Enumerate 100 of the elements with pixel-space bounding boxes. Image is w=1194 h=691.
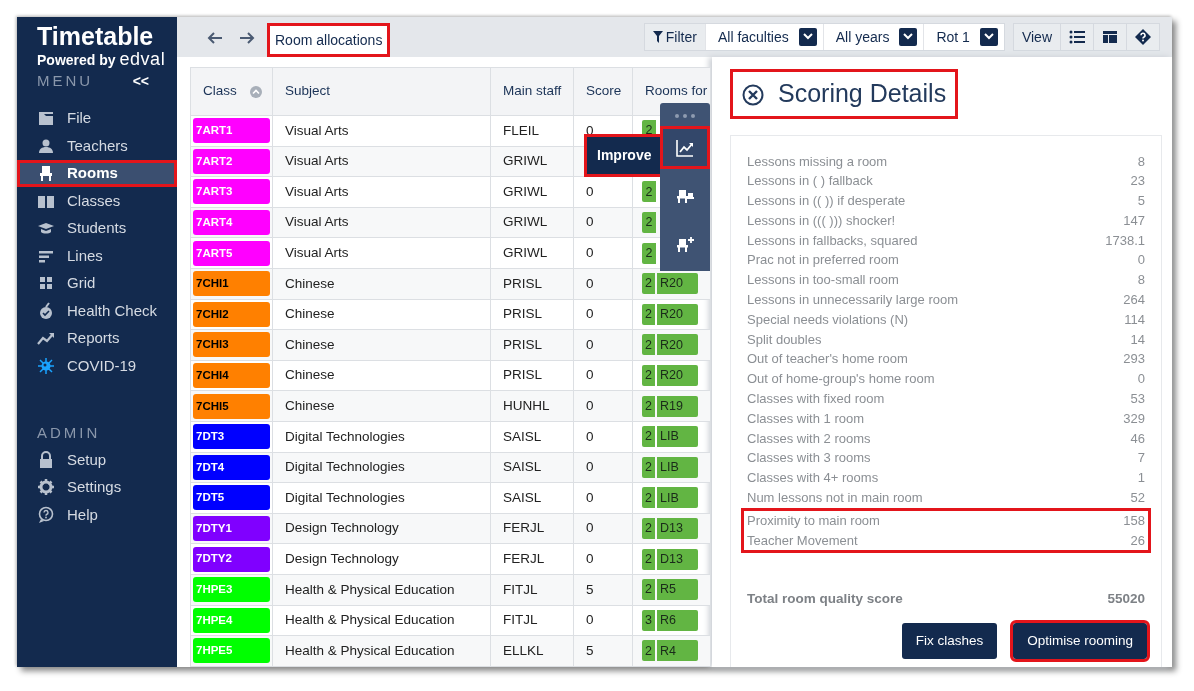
collapse-button[interactable]: << — [132, 70, 149, 92]
class-tag: 7ART5 — [193, 240, 270, 266]
powered-by-text: Powered by — [37, 52, 116, 68]
table-cell: Visual Arts — [285, 214, 349, 230]
brand-logo: edval — [119, 51, 166, 67]
toolbar-button[interactable] — [1093, 24, 1126, 50]
table-cell: PRISL — [503, 306, 543, 322]
sidebar-item[interactable]: File — [17, 104, 177, 132]
table-cell: 0 — [586, 336, 594, 352]
column-header[interactable]: Score — [586, 83, 622, 99]
sidebar-item[interactable]: Classes — [17, 187, 177, 215]
table-cell: FITJL — [503, 581, 538, 597]
room-tag: R20 — [657, 273, 698, 295]
panel-heading: Scoring Details — [778, 78, 947, 109]
table-cell: FLEIL — [503, 122, 540, 138]
table-cell: Visual Arts — [285, 122, 349, 138]
metric-value: 293 — [1123, 350, 1145, 369]
help-icon — [1135, 29, 1151, 45]
sidebar-item[interactable]: Setup — [17, 446, 177, 474]
room-count: 3 — [642, 609, 655, 631]
metric-label: Out of teacher's home room — [747, 350, 908, 369]
total-label: Total room quality score — [747, 589, 903, 608]
room-count: 2 — [642, 334, 655, 356]
room-count: 2 — [642, 426, 655, 448]
table-cell: 0 — [586, 551, 594, 566]
metric-label: Split doubles — [747, 330, 822, 349]
action-button[interactable]: Optimise rooming — [1013, 623, 1147, 659]
sidebar-item[interactable]: Help — [17, 501, 177, 529]
room-count: 2 — [642, 395, 655, 417]
room-count: 2 — [642, 181, 656, 203]
table-cell: Health & Physical Education — [285, 612, 455, 628]
metric-label: Classes with 3 rooms — [747, 449, 871, 468]
sidebar-item[interactable]: Grid — [17, 269, 177, 297]
table-cell: PRISL — [503, 367, 543, 383]
layout-icon — [1102, 29, 1118, 45]
metric-value: 26 — [1130, 531, 1145, 550]
table-cell: Visual Arts — [285, 153, 349, 169]
table-cell: 0 — [586, 214, 594, 230]
page-tab[interactable]: Room allocations — [267, 23, 391, 57]
class-tag: 7CHI4 — [193, 363, 270, 389]
class-tag: 7ART2 — [193, 148, 270, 174]
filter-button[interactable]: Filter — [644, 24, 705, 50]
table-cell: 0 — [586, 612, 594, 628]
table-cell: Design Technology — [285, 551, 399, 566]
toolbar-button[interactable] — [1060, 24, 1093, 50]
metric-label: Classes with 4+ rooms — [747, 469, 879, 488]
gear-icon — [37, 478, 55, 497]
dropdown[interactable]: All years — [822, 24, 924, 50]
dropdown[interactable]: Rot 1 — [923, 24, 1004, 50]
metric-value: 1 — [1137, 469, 1145, 488]
table-cell: 0 — [586, 489, 594, 505]
forward-arrow-icon — [239, 29, 255, 46]
column-header[interactable]: Subject — [285, 83, 331, 99]
total-value: 55020 — [1107, 589, 1145, 608]
class-tag: 7ART3 — [193, 179, 270, 205]
metric-value: 8 — [1137, 271, 1145, 290]
toolbar-button[interactable] — [1126, 24, 1159, 50]
room-count: 2 — [642, 456, 655, 478]
sidebar-item[interactable]: Lines — [17, 242, 177, 270]
dots-icon — [674, 113, 696, 119]
sidebar-item[interactable]: Reports — [17, 324, 177, 352]
table-cell: FERJL — [503, 520, 545, 536]
back-arrow-icon — [207, 29, 223, 46]
class-tag: 7HPE5 — [193, 638, 270, 664]
sidebar-item[interactable]: COVID-19 — [17, 352, 177, 380]
dropdown[interactable]: All faculties — [704, 24, 823, 50]
sidebar-item[interactable]: Rooms — [17, 159, 177, 187]
table-cell: Chinese — [285, 336, 335, 352]
sidebar-item[interactable]: Students — [17, 214, 177, 242]
virus-icon — [37, 356, 55, 375]
metric-label: Num lessons not in main room — [747, 489, 923, 508]
table-cell: Design Technology — [285, 520, 399, 536]
class-tag: 7HPE3 — [193, 577, 270, 603]
chair-icon — [37, 164, 55, 183]
caret-icon — [983, 33, 994, 41]
room-count: 2 — [642, 548, 655, 570]
metric-label: Prac not in preferred room — [747, 251, 899, 270]
column-header[interactable]: Class — [203, 83, 237, 99]
view-button[interactable]: View — [1013, 24, 1060, 50]
room-tag: R20 — [657, 334, 698, 356]
action-button[interactable]: Fix clashes — [901, 623, 998, 659]
room-count: 2 — [642, 579, 655, 601]
room-count: 2 — [642, 518, 655, 539]
chart-icon — [675, 137, 695, 158]
metric-value: 1738.1 — [1105, 231, 1145, 250]
class-tag: 7DT4 — [193, 454, 270, 480]
sidebar-item[interactable]: Teachers — [17, 132, 177, 160]
table-cell: PRISL — [503, 336, 543, 352]
table-cell: 0 — [586, 398, 594, 413]
table-cell: Chinese — [285, 275, 335, 291]
room-count: 2 — [642, 273, 655, 295]
table-cell: GRIWL — [503, 153, 548, 169]
table-cell: SAISL — [503, 428, 542, 444]
table-cell: PRISL — [503, 275, 543, 291]
admin-heading: ADMIN — [36, 422, 102, 443]
list-icon — [1069, 29, 1085, 45]
sidebar-item[interactable]: Settings — [17, 473, 177, 501]
metric-value: 329 — [1123, 409, 1145, 428]
tool-button[interactable] — [663, 129, 707, 166]
sidebar-item[interactable]: Health Check — [17, 297, 177, 325]
